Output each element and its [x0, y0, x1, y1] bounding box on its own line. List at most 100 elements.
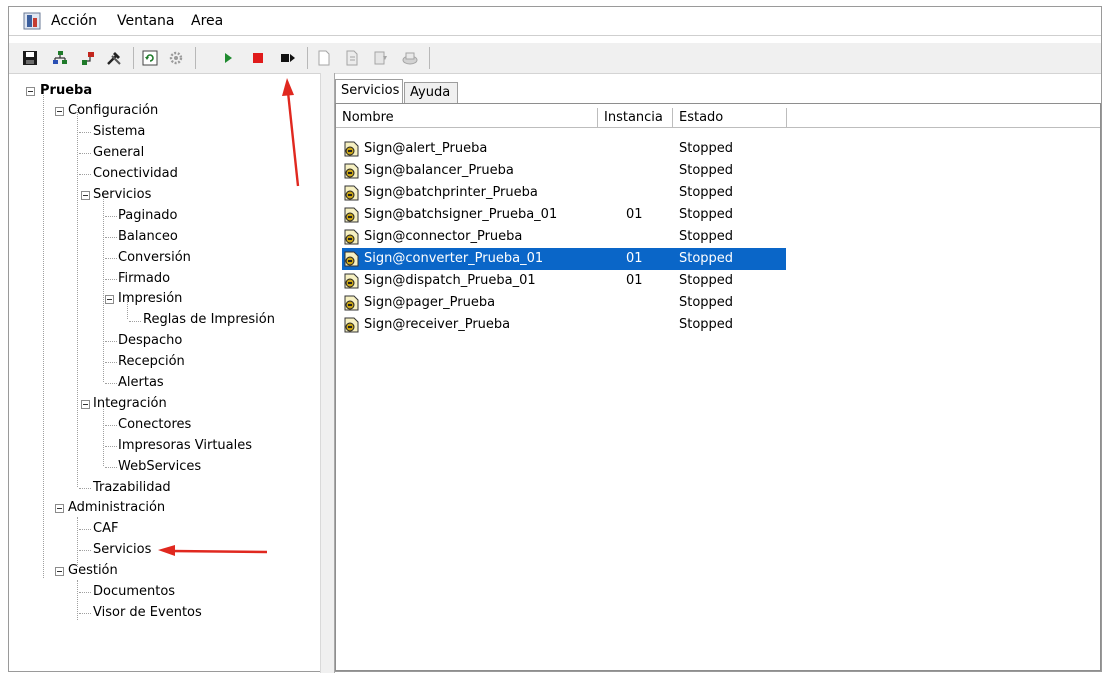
service-state: Stopped [679, 141, 734, 156]
service-state: Stopped [679, 273, 734, 288]
network-icon[interactable] [51, 49, 69, 67]
service-name: Sign@converter_Prueba_01 [364, 251, 544, 266]
tree-node-firmado[interactable]: Firmado [118, 270, 170, 288]
tree-node-general[interactable]: General [93, 144, 144, 162]
tree-node-conversion[interactable]: Conversión [118, 249, 191, 267]
service-name: Sign@batchprinter_Prueba [364, 185, 538, 200]
service-name: Sign@balancer_Prueba [364, 163, 514, 178]
tree-node-servicios[interactable]: Servicios [93, 186, 151, 204]
tree-node-despacho[interactable]: Despacho [118, 332, 182, 350]
tree-expander-integracion[interactable] [81, 400, 90, 409]
menu-ventana[interactable]: Ventana [117, 13, 175, 29]
tree-node-caf[interactable]: CAF [93, 520, 118, 538]
tree-node-paginado[interactable]: Paginado [118, 207, 178, 225]
tree-node-documentos[interactable]: Documentos [93, 583, 175, 601]
service-name: Sign@alert_Prueba [364, 141, 488, 156]
tree-expander-configuracion[interactable] [55, 107, 64, 116]
tab-ayuda[interactable]: Ayuda [404, 82, 458, 103]
tree-expander-gestion[interactable] [55, 567, 64, 576]
table-row[interactable]: Sign@dispatch_Prueba_01 01 Stopped [342, 270, 786, 292]
service-icon [344, 317, 359, 333]
service-instance: 01 [626, 273, 643, 288]
disk-icon[interactable] [401, 49, 419, 67]
tree-node-reglas-impresion[interactable]: Reglas de Impresión [143, 311, 275, 329]
service-name: Sign@connector_Prueba [364, 229, 523, 244]
service-name: Sign@dispatch_Prueba_01 [364, 273, 536, 288]
table-row[interactable]: Sign@pager_Prueba Stopped [342, 292, 786, 314]
service-icon [344, 251, 359, 267]
tree-node-admin-servicios[interactable]: Servicios [93, 541, 151, 559]
tree-node-webservices[interactable]: WebServices [118, 458, 201, 476]
service-icon [344, 163, 359, 179]
table-row[interactable]: Sign@batchprinter_Prueba Stopped [342, 182, 786, 204]
tab-servicios[interactable]: Servicios [335, 79, 403, 103]
service-icon [344, 185, 359, 201]
tree-node-balanceo[interactable]: Balanceo [118, 228, 178, 246]
service-icon [344, 141, 359, 157]
node-icon[interactable] [79, 49, 97, 67]
tree-node-administracion[interactable]: Administración [68, 499, 165, 517]
tree-expander-servicios[interactable] [81, 191, 90, 200]
table-row[interactable]: Sign@connector_Prueba Stopped [342, 226, 786, 248]
table-row[interactable]: Sign@receiver_Prueba Stopped [342, 314, 786, 336]
service-state: Stopped [679, 295, 734, 310]
service-state: Stopped [679, 317, 734, 332]
refresh-icon[interactable] [141, 49, 159, 67]
services-list: Nombre Instancia Estado Sign@alert_Prueb… [335, 103, 1101, 671]
tools-icon[interactable] [105, 49, 123, 67]
menu-bar: Acción Ventana Area [9, 7, 1101, 36]
tree-node-trazabilidad[interactable]: Trazabilidad [93, 479, 171, 497]
export-icon[interactable] [343, 49, 361, 67]
tree-node-impresion[interactable]: Impresión [118, 290, 182, 308]
menu-area[interactable]: Area [191, 13, 223, 29]
column-header-nombre[interactable]: Nombre [336, 108, 598, 128]
tree-node-prueba[interactable]: Prueba [40, 82, 92, 100]
save-icon[interactable] [21, 49, 39, 67]
tree-node-visor-eventos[interactable]: Visor de Eventos [93, 604, 202, 622]
stop-icon[interactable] [249, 49, 267, 67]
service-name: Sign@receiver_Prueba [364, 317, 511, 332]
tree-node-integracion[interactable]: Integración [93, 395, 167, 413]
table-row[interactable]: Sign@batchsigner_Prueba_01 01 Stopped [342, 204, 786, 226]
annotation-arrow-toolbar [282, 78, 300, 187]
service-instance: 01 [626, 251, 643, 266]
tree-expander-impresion[interactable] [105, 295, 114, 304]
service-state: Stopped [679, 207, 734, 222]
new-document-icon[interactable] [315, 49, 333, 67]
column-header-instancia[interactable]: Instancia [598, 108, 673, 128]
service-icon [344, 273, 359, 289]
tree-node-sistema[interactable]: Sistema [93, 123, 145, 141]
service-state: Stopped [679, 229, 734, 244]
tree-node-conectores[interactable]: Conectores [118, 416, 191, 434]
tree-node-conectividad[interactable]: Conectividad [93, 165, 178, 183]
tree-expander-administracion[interactable] [55, 504, 64, 513]
import-icon[interactable] [371, 49, 389, 67]
table-row[interactable]: Sign@alert_Prueba Stopped [342, 138, 786, 160]
tree-node-configuracion[interactable]: Configuración [68, 102, 158, 120]
service-state: Stopped [679, 251, 734, 266]
table-row[interactable]: Sign@balancer_Prueba Stopped [342, 160, 786, 182]
service-icon [344, 207, 359, 223]
menu-accion[interactable]: Acción [51, 13, 97, 29]
tree-expander-prueba[interactable] [26, 87, 35, 96]
toolbar [9, 43, 1101, 74]
tree-node-recepcion[interactable]: Recepción [118, 353, 185, 371]
column-header-filler [787, 108, 1100, 128]
table-row[interactable]: Sign@converter_Prueba_01 01 Stopped [342, 248, 786, 270]
tree-node-alertas[interactable]: Alertas [118, 374, 164, 392]
service-state: Stopped [679, 185, 734, 200]
play-icon[interactable] [219, 49, 237, 67]
column-header-estado[interactable]: Estado [673, 108, 787, 128]
tree-node-impresoras-virtuales[interactable]: Impresoras Virtuales [118, 437, 252, 455]
service-icon [344, 229, 359, 245]
step-icon[interactable] [279, 49, 297, 67]
application-window: Acción Ventana Area Prueba Configuración… [8, 6, 1102, 673]
app-icon [23, 12, 41, 30]
pane-splitter[interactable] [320, 73, 335, 673]
gear-icon[interactable] [167, 49, 185, 67]
annotation-arrow-servicios [158, 545, 268, 556]
tree-node-gestion[interactable]: Gestión [68, 562, 118, 580]
service-icon [344, 295, 359, 311]
service-instance: 01 [626, 207, 643, 222]
service-name: Sign@batchsigner_Prueba_01 [364, 207, 558, 222]
